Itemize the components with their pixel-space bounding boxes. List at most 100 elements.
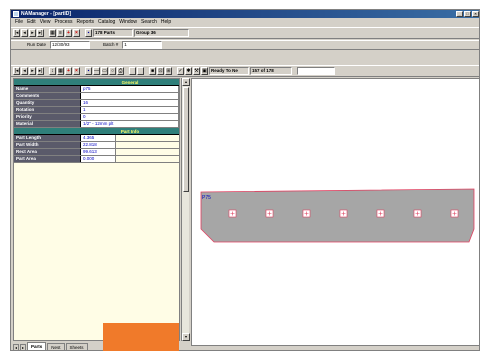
property-row-part-area[interactable]: Part Area 0.000 [14, 156, 179, 163]
blank-tool-icon-1[interactable] [129, 67, 136, 75]
properties-panel: General Name p75 Comments Quantity 16 Ro… [13, 78, 180, 341]
property-value[interactable]: 1 [81, 107, 179, 113]
save-part-icon[interactable]: ▪ [85, 67, 92, 75]
menu-file[interactable]: File [15, 18, 23, 26]
scroll-up-icon[interactable]: ▴ [182, 78, 190, 86]
menu-search[interactable]: Search [141, 18, 157, 26]
property-row-priority[interactable]: Priority 0 [14, 114, 179, 121]
menu-window[interactable]: Window [119, 18, 137, 26]
blank-tool-icon-2[interactable] [137, 67, 144, 75]
last-part-button[interactable]: ▸| [37, 67, 44, 75]
fit-icon[interactable]: ⊞ [165, 67, 172, 75]
batch-label: Batch # [103, 42, 119, 47]
hole-icon [413, 209, 422, 218]
property-value[interactable]: 0 [81, 114, 179, 120]
scroll-down-icon[interactable]: ▾ [182, 333, 190, 341]
property-value[interactable] [81, 93, 179, 99]
next-record-button[interactable]: ▸ [29, 29, 36, 37]
minimize-button[interactable]: _ [456, 11, 463, 17]
close-button[interactable]: × [472, 11, 479, 17]
hole-icon [228, 209, 237, 218]
property-row-part-width[interactable]: Part Width 22.818 [14, 142, 179, 149]
property-label: Quantity [14, 100, 81, 106]
property-row-rotation[interactable]: Rotation 1 [14, 107, 179, 114]
line-tool-icon[interactable]: — [93, 67, 100, 75]
menu-catalog[interactable]: Catalog [98, 18, 115, 26]
check-icon[interactable]: ✓ [177, 67, 184, 75]
part-drawing[interactable]: P75 [192, 79, 480, 347]
next-part-button[interactable]: ▸ [29, 67, 36, 75]
property-row-quantity[interactable]: Quantity 16 [14, 100, 179, 107]
menu-reports[interactable]: Reports [77, 18, 95, 26]
property-value: 0.000 [81, 156, 116, 162]
menu-bar: File Edit View Process Reports Catalog W… [11, 18, 479, 26]
add-icon[interactable]: + [65, 29, 72, 37]
prev-record-button[interactable]: ◂ [21, 29, 28, 37]
property-label: Comments [14, 93, 81, 99]
hole-icon [376, 209, 385, 218]
partinfo-section-header[interactable]: Part Info [14, 128, 179, 135]
part-outline[interactable] [200, 188, 475, 243]
last-record-button[interactable]: ▸| [37, 29, 44, 37]
scroll-thumb[interactable] [183, 87, 189, 192]
gear-icon[interactable]: ✱ [185, 67, 192, 75]
property-row-rect-area[interactable]: Rect Area 99.613 [14, 149, 179, 156]
property-label: Part Length [14, 135, 81, 141]
run-date-input[interactable]: 12/30/93 [50, 41, 91, 49]
menu-edit[interactable]: Edit [27, 18, 36, 26]
batch-input[interactable]: 1 [122, 41, 163, 49]
add-part-icon[interactable]: + [65, 67, 72, 75]
panel-scrollbar[interactable]: ▴ ▾ [181, 78, 190, 341]
property-value[interactable]: 1/2" - 12mm plt [81, 121, 179, 127]
grid-view-icon[interactable]: ▦ [49, 29, 56, 37]
app-icon [13, 11, 19, 17]
tool-icon[interactable]: ⚒ [193, 67, 200, 75]
general-section-header[interactable]: General [14, 79, 179, 86]
menu-view[interactable]: View [40, 18, 51, 26]
sort-icon[interactable]: ↕ [49, 67, 56, 75]
search-input[interactable] [297, 67, 335, 75]
print-icon[interactable]: ⎙ [117, 67, 124, 75]
menu-process[interactable]: Process [54, 18, 72, 26]
tab-next-icon[interactable]: ▸ [20, 344, 26, 350]
hole-icon [450, 209, 459, 218]
property-value: 99.613 [81, 149, 116, 155]
run-date-label: Run Date [27, 42, 47, 47]
property-row-part-length[interactable]: Part Length 4.365 [14, 135, 179, 142]
tab-prev-icon[interactable]: ◂ [13, 344, 19, 350]
property-value[interactable]: p75 [81, 86, 179, 92]
rectangle-tool-icon[interactable]: ▭ [101, 67, 108, 75]
property-label: Rotation [14, 107, 81, 113]
property-row-name[interactable]: Name p75 [14, 86, 179, 93]
main-toolbar: |◂ ◂ ▸ ▸| ▦ ≡ + × ▪ 178 Parts Group 36 [11, 27, 479, 39]
nest-icon[interactable]: ■ [149, 67, 156, 75]
delete-icon[interactable]: × [73, 29, 80, 37]
table-icon[interactable]: ▦ [57, 67, 64, 75]
tab-sheets[interactable]: Sheets [65, 343, 88, 350]
circle-tool-icon[interactable]: ○ [109, 67, 116, 75]
tab-parts[interactable]: Parts [27, 342, 47, 350]
secondary-toolbar: |◂ ◂ ▸ ▸| ↕ ▦ + × ▪ — ▭ ○ ⎙ ■ ⊡ ⊞ ✓ ✱ ⚒ … [11, 65, 479, 77]
prev-part-button[interactable]: ◂ [21, 67, 28, 75]
tab-nest[interactable]: Nest [47, 343, 65, 350]
property-row-material[interactable]: Material 1/2" - 12mm plt [14, 121, 179, 128]
list-view-icon[interactable]: ≡ [57, 29, 64, 37]
process-icon[interactable]: ▣ [201, 67, 208, 75]
hole-icon [339, 209, 348, 218]
property-row-comments[interactable]: Comments [14, 93, 179, 100]
save-icon[interactable]: ▪ [85, 29, 92, 37]
menu-help[interactable]: Help [161, 18, 171, 26]
property-value[interactable]: 16 [81, 100, 179, 106]
part-canvas[interactable]: P75 [191, 78, 480, 347]
maximize-button[interactable]: □ [464, 11, 471, 17]
property-label: Material [14, 121, 81, 127]
first-part-button[interactable]: |◂ [13, 67, 20, 75]
property-value: 4.365 [81, 135, 116, 141]
delete-part-icon[interactable]: × [73, 67, 80, 75]
hole-icon [302, 209, 311, 218]
first-record-button[interactable]: |◂ [13, 29, 20, 37]
property-label: Name [14, 86, 81, 92]
zoom-icon[interactable]: ⊡ [157, 67, 164, 75]
window-title: NAManager - [partID] [21, 11, 72, 17]
app-window: NAManager - [partID] _ □ × File Edit Vie… [10, 9, 480, 351]
